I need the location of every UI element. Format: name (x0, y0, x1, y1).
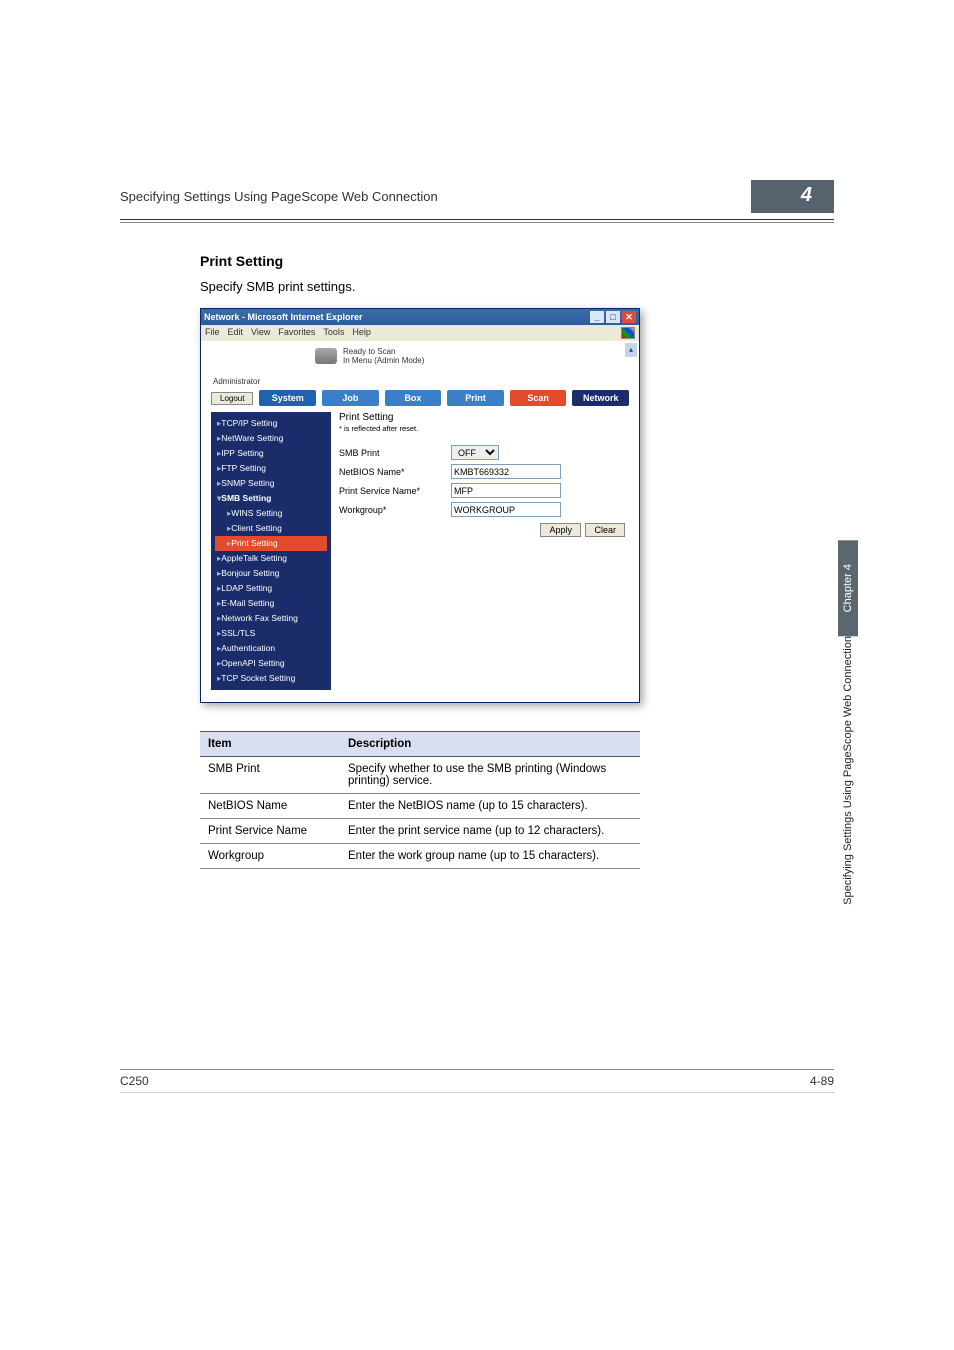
sidebar-item[interactable]: Bonjour Setting (215, 566, 327, 581)
cell-desc: Enter the work group name (up to 15 char… (340, 844, 640, 869)
maximize-icon[interactable]: □ (606, 311, 620, 323)
apply-button[interactable]: Apply (540, 523, 581, 537)
status-mode: In Menu (Admin Mode) (343, 356, 424, 365)
scroll-up-icon[interactable]: ▴ (625, 343, 637, 357)
cell-item: Workgroup (200, 844, 340, 869)
divider (120, 222, 834, 223)
menu-file[interactable]: File (205, 327, 220, 339)
admin-label: Administrator (205, 377, 635, 386)
intro-text: Specify SMB print settings. (200, 279, 834, 294)
minimize-icon[interactable]: _ (590, 311, 604, 323)
sidebar-item[interactable]: NetWare Setting (215, 431, 327, 446)
sidebar-item[interactable]: SNMP Setting (215, 476, 327, 491)
menu-view[interactable]: View (251, 327, 270, 339)
sidebar-item[interactable]: WINS Setting (215, 506, 327, 521)
sidebar-item[interactable]: Network Fax Setting (215, 611, 327, 626)
cell-desc: Specify whether to use the SMB printing … (340, 757, 640, 794)
close-icon[interactable]: ✕ (622, 311, 636, 323)
sidebar-item[interactable]: Print Setting (215, 536, 327, 551)
sidebar-item[interactable]: Authentication (215, 641, 327, 656)
footer-right: 4-89 (810, 1074, 834, 1088)
status-ready: Ready to Scan (343, 347, 424, 356)
window-title: Network - Microsoft Internet Explorer (204, 312, 363, 322)
cell-desc: Enter the print service name (up to 12 c… (340, 819, 640, 844)
sidebar-item[interactable]: SMB Setting (215, 491, 327, 506)
printer-icon (315, 348, 337, 364)
breadcrumb: Specifying Settings Using PageScope Web … (120, 189, 438, 204)
section-heading: Print Setting (200, 253, 834, 269)
netbios-input[interactable] (451, 464, 561, 479)
tab-network[interactable]: Network (572, 390, 629, 406)
sidebar-item[interactable]: TCP Socket Setting (215, 671, 327, 686)
chapter-number-tab: 4 (751, 180, 834, 213)
cell-desc: Enter the NetBIOS name (up to 15 charact… (340, 794, 640, 819)
table-row: Print Service NameEnter the print servic… (200, 819, 640, 844)
menu-bar: File Edit View Favorites Tools Help (201, 325, 639, 341)
workgroup-label: Workgroup* (339, 505, 451, 515)
table-row: SMB PrintSpecify whether to use the SMB … (200, 757, 640, 794)
tab-box[interactable]: Box (385, 390, 442, 406)
panel-title: Print Setting (339, 412, 629, 423)
clear-button[interactable]: Clear (585, 523, 625, 537)
sidebar-item[interactable]: LDAP Setting (215, 581, 327, 596)
footer-left: C250 (120, 1074, 149, 1088)
side-chapter-tab: Chapter 4 (838, 540, 858, 636)
logout-button[interactable]: Logout (211, 392, 253, 405)
sidebar-item[interactable]: IPP Setting (215, 446, 327, 461)
sidebar-item[interactable]: AppleTalk Setting (215, 551, 327, 566)
th-desc: Description (340, 732, 640, 757)
divider (120, 219, 834, 220)
sidebar: TCP/IP SettingNetWare SettingIPP Setting… (211, 412, 331, 690)
workgroup-input[interactable] (451, 502, 561, 517)
tab-print[interactable]: Print (447, 390, 504, 406)
sidebar-item[interactable]: OpenAPI Setting (215, 656, 327, 671)
browser-window: Network - Microsoft Internet Explorer _ … (200, 308, 640, 703)
sidebar-item[interactable]: SSL/TLS (215, 626, 327, 641)
th-item: Item (200, 732, 340, 757)
cell-item: SMB Print (200, 757, 340, 794)
sidebar-item[interactable]: TCP/IP Setting (215, 416, 327, 431)
side-chapter-title: Specifying Settings Using PageScope Web … (840, 636, 856, 915)
sidebar-item[interactable]: FTP Setting (215, 461, 327, 476)
tab-job[interactable]: Job (322, 390, 379, 406)
menu-favorites[interactable]: Favorites (278, 327, 315, 339)
ie-logo-icon (621, 327, 635, 339)
print-service-label: Print Service Name* (339, 486, 451, 496)
print-service-input[interactable] (451, 483, 561, 498)
menu-tools[interactable]: Tools (323, 327, 344, 339)
sidebar-item[interactable]: E-Mail Setting (215, 596, 327, 611)
menu-edit[interactable]: Edit (228, 327, 244, 339)
sidebar-item[interactable]: Client Setting (215, 521, 327, 536)
smb-print-select[interactable]: OFF (451, 445, 499, 460)
cell-item: Print Service Name (200, 819, 340, 844)
description-table: Item Description SMB PrintSpecify whethe… (200, 731, 640, 869)
cell-item: NetBIOS Name (200, 794, 340, 819)
table-row: NetBIOS NameEnter the NetBIOS name (up t… (200, 794, 640, 819)
netbios-label: NetBIOS Name* (339, 467, 451, 477)
table-row: WorkgroupEnter the work group name (up t… (200, 844, 640, 869)
tab-scan[interactable]: Scan (510, 390, 567, 406)
smb-print-label: SMB Print (339, 448, 451, 458)
panel-note: * is reflected after reset. (339, 424, 629, 433)
tab-system[interactable]: System (259, 390, 316, 406)
menu-help[interactable]: Help (352, 327, 371, 339)
